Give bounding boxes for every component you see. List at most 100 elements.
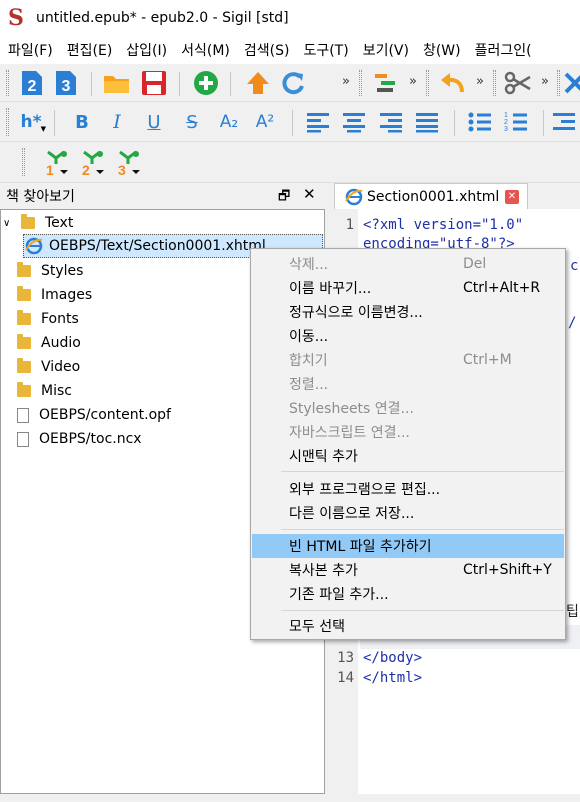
italic-button[interactable]: I — [101, 106, 133, 138]
menu-window[interactable]: 창(W) — [415, 40, 467, 60]
svg-text:2: 2 — [28, 78, 37, 95]
validate-button[interactable] — [369, 67, 401, 99]
menu-item-open-with[interactable]: 외부 프로그램으로 편집... — [252, 477, 564, 501]
menu-item-merge[interactable]: 합치기 Ctrl+M — [252, 348, 564, 372]
tree-item-audio-folder[interactable]: Audio — [17, 331, 81, 355]
tree-item-label: OEBPS/toc.ncx — [39, 431, 142, 447]
toolbar-grip[interactable] — [6, 108, 9, 136]
menu-tools[interactable]: 도구(T) — [295, 40, 354, 60]
superscript-button[interactable]: A² — [249, 106, 281, 138]
refresh-button[interactable] — [277, 67, 309, 99]
align-right-icon — [380, 113, 402, 133]
menu-file[interactable]: 파일(F) — [0, 40, 59, 60]
menu-item-shortcut: Ctrl+Alt+R — [463, 280, 541, 296]
toolbar-grip[interactable] — [6, 70, 9, 96]
menu-item-regex-rename[interactable]: 정규식으로 이름변경... — [252, 300, 564, 324]
align-left-button[interactable] — [302, 106, 334, 138]
tree-item-misc-folder[interactable]: Misc — [17, 379, 72, 403]
align-center-button[interactable] — [338, 106, 370, 138]
menu-item-add-existing[interactable]: 기존 파일 추가... — [252, 582, 564, 606]
new-epub2-icon: 2 — [22, 71, 42, 95]
menu-item-label: 외부 프로그램으로 편집... — [289, 482, 441, 498]
new-epub3-button[interactable]: 3 — [50, 67, 82, 99]
numbered-list-button[interactable]: 123 — [500, 106, 532, 138]
line-number: 14 — [337, 670, 354, 686]
move-up-button[interactable] — [242, 67, 274, 99]
find-replace-button[interactable] — [562, 67, 580, 99]
menu-item-select-all[interactable]: 모두 선택 — [252, 614, 564, 638]
menu-insert[interactable]: 삽입(I) — [118, 40, 173, 60]
menu-search[interactable]: 검색(S) — [236, 40, 296, 60]
format-toolbar: h* ▼ B I U S A₂ A² 123 — [0, 102, 580, 142]
menu-item-label: 자바스크립트 연결... — [289, 425, 410, 441]
line-number: 13 — [337, 650, 354, 666]
underline-button[interactable]: U — [138, 106, 170, 138]
bold-icon: B — [75, 111, 89, 133]
toolbar-overflow-chevron-icon[interactable]: » — [541, 74, 549, 89]
toolbar-grip[interactable] — [22, 148, 25, 176]
tree-item-styles-folder[interactable]: Styles — [17, 259, 83, 283]
tree-item-toc-ncx[interactable]: OEBPS/toc.ncx — [17, 427, 142, 451]
refresh-icon — [282, 72, 304, 95]
heading-3-button[interactable]: 3 — [114, 146, 146, 178]
heading-3-icon: 3 — [118, 150, 140, 176]
indent-icon — [553, 113, 575, 130]
menu-item-link-javascripts[interactable]: 자바스크립트 연결... — [252, 420, 564, 444]
cut-button[interactable] — [502, 67, 534, 99]
file-icon — [17, 431, 29, 447]
toolbar-grip[interactable] — [426, 70, 429, 96]
toolbar-grip[interactable] — [493, 70, 496, 96]
chevron-down-icon[interactable]: ∨ — [3, 218, 17, 229]
tab-section0001[interactable]: Section0001.xhtml ✕ — [334, 183, 528, 210]
menu-edit[interactable]: 편집(E) — [59, 40, 119, 60]
save-button[interactable] — [138, 67, 170, 99]
toolbar-grip[interactable] — [359, 70, 362, 96]
tree-item-text-folder[interactable]: ∨ Text — [3, 211, 73, 235]
subscript-button[interactable]: A₂ — [213, 106, 245, 138]
folder-open-icon — [104, 76, 129, 93]
bullet-list-button[interactable] — [464, 106, 496, 138]
indent-button[interactable] — [552, 106, 580, 138]
menu-item-add-semantics[interactable]: 시맨틱 추가 — [252, 444, 564, 468]
undo-button[interactable] — [436, 67, 468, 99]
tree-item-label: Styles — [41, 263, 84, 279]
menu-item-add-copy[interactable]: 복사본 추가 Ctrl+Shift+Y — [252, 558, 564, 582]
tree-item-content-opf[interactable]: OEBPS/content.opf — [17, 403, 171, 427]
close-tab-icon[interactable]: ✕ — [505, 190, 519, 204]
folder-icon — [17, 382, 31, 397]
menu-item-add-blank-html[interactable]: 빈 HTML 파일 추가하기 — [252, 534, 564, 558]
toolbar-overflow-chevron-icon[interactable]: » — [342, 74, 350, 89]
menu-item-sort[interactable]: 정렬... — [252, 372, 564, 396]
justify-button[interactable] — [411, 106, 443, 138]
underline-icon: U — [147, 111, 161, 133]
svg-text:1: 1 — [46, 162, 54, 176]
new-epub2-button[interactable]: 2 — [16, 67, 48, 99]
float-dock-icon[interactable]: 🗗 — [278, 187, 290, 209]
menu-item-save-as[interactable]: 다른 이름으로 저장... — [252, 501, 564, 525]
toolbar-overflow-chevron-icon[interactable]: » — [409, 74, 417, 89]
toolbar-grip[interactable] — [557, 70, 560, 96]
heading-label: h* — [20, 112, 42, 132]
menu-item-move[interactable]: 이동... — [252, 324, 564, 348]
heading-1-icon: 1 — [46, 150, 68, 176]
tree-item-fonts-folder[interactable]: Fonts — [17, 307, 79, 331]
add-file-button[interactable] — [190, 67, 222, 99]
toolbar-overflow-chevron-icon[interactable]: » — [476, 74, 484, 89]
align-right-button[interactable] — [375, 106, 407, 138]
menu-item-delete[interactable]: 삭제... Del — [252, 252, 564, 276]
menu-plugins[interactable]: 플러그인( — [467, 40, 538, 60]
tree-item-images-folder[interactable]: Images — [17, 283, 92, 307]
close-dock-icon[interactable]: ✕ — [303, 185, 316, 203]
menu-view[interactable]: 보기(V) — [355, 40, 415, 60]
heading-1-button[interactable]: 1 — [42, 146, 74, 178]
menu-item-link-stylesheets[interactable]: Stylesheets 연결... — [252, 396, 564, 420]
bold-button[interactable]: B — [66, 106, 98, 138]
heading-dropdown[interactable]: h* ▼ — [14, 106, 48, 138]
svg-text:2: 2 — [82, 162, 90, 176]
heading-2-button[interactable]: 2 — [78, 146, 110, 178]
strikethrough-button[interactable]: S — [176, 106, 208, 138]
open-button[interactable] — [101, 67, 133, 99]
menu-item-rename[interactable]: 이름 바꾸기... Ctrl+Alt+R — [252, 276, 564, 300]
tree-item-video-folder[interactable]: Video — [17, 355, 80, 379]
menu-format[interactable]: 서식(M) — [173, 40, 236, 60]
